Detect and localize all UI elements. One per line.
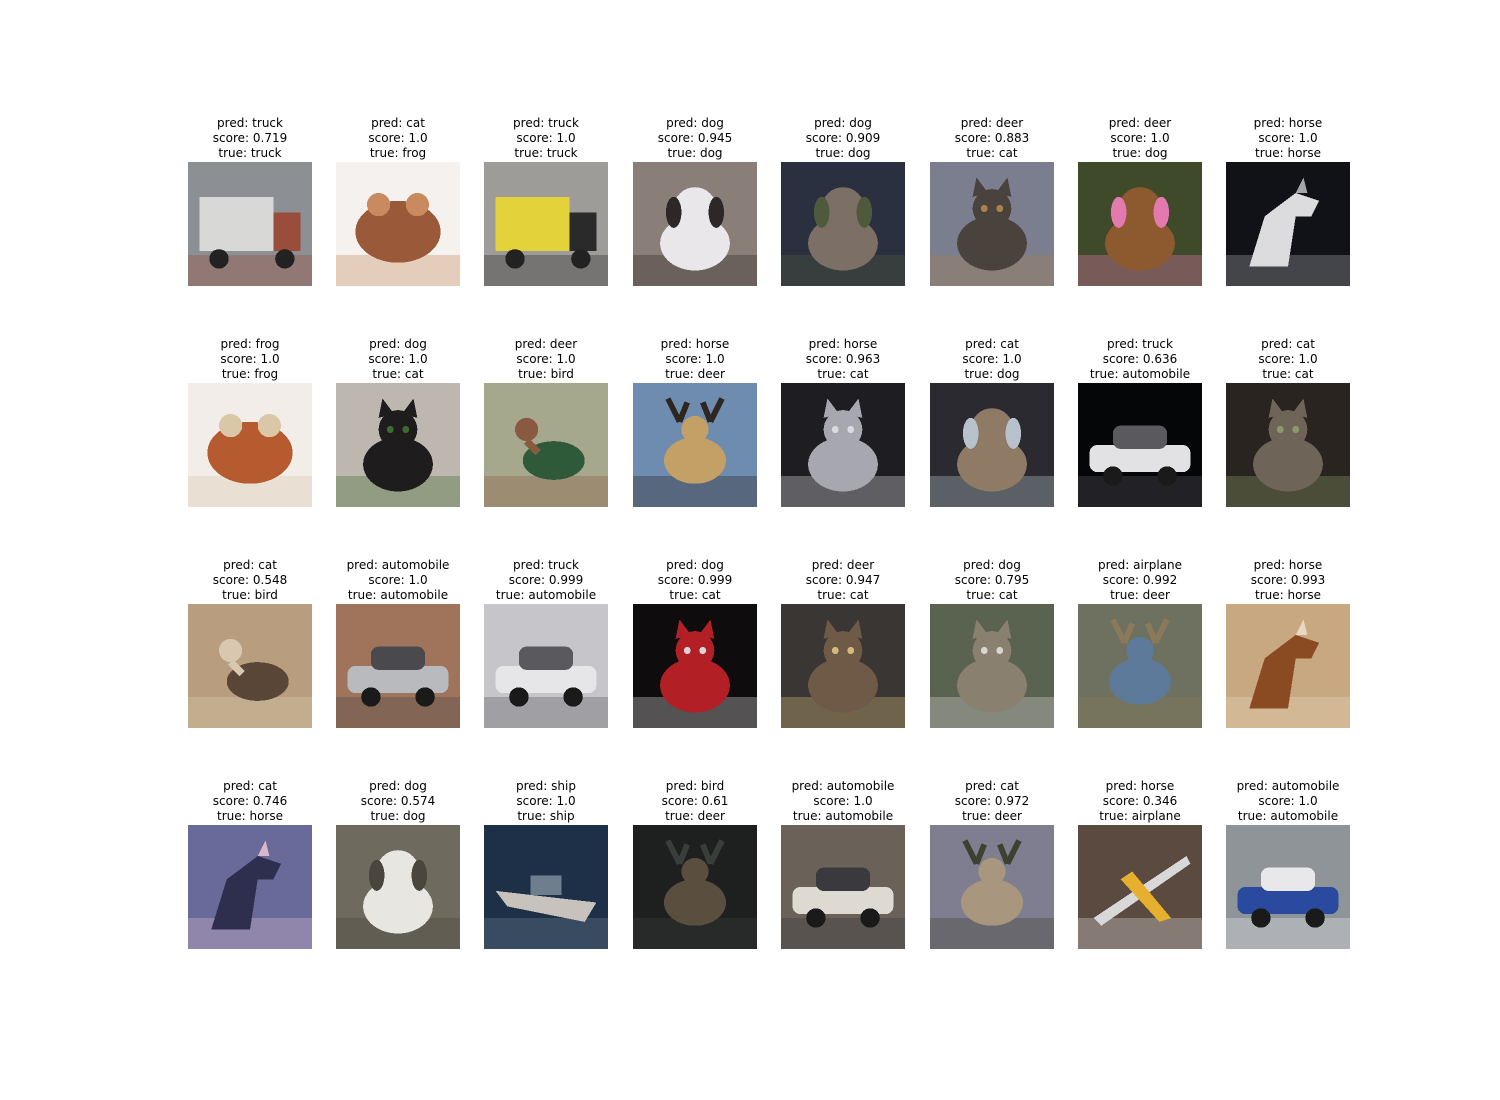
thumbnail-frog-image (336, 162, 460, 286)
thumbnail-image (188, 825, 312, 949)
frog-silhouette (355, 193, 441, 263)
thumbnail-airplane-image (1078, 825, 1202, 949)
thumbnail-horse-image (1226, 162, 1350, 286)
thumbnail-truck-image (484, 162, 608, 286)
thumbnail-image (188, 383, 312, 507)
thumbnail-dog-image (336, 825, 460, 949)
thumbnail-cat-image (930, 604, 1054, 728)
thumbnail-dog-image (633, 162, 757, 286)
true-label: true: horse (1255, 146, 1321, 160)
thumbnail-cat-image (1226, 383, 1350, 507)
frog-silhouette (207, 414, 293, 484)
dog-silhouette (363, 850, 433, 934)
thumbnail-image (188, 162, 312, 286)
pred-label: pred: automobile (1236, 779, 1340, 793)
thumbnail-automobile-image (781, 825, 905, 949)
thumbnail-truck-image (188, 162, 312, 286)
thumbnail-image (930, 162, 1054, 286)
thumbnail-image (633, 604, 757, 728)
score-label: score: 0.993 (1250, 573, 1326, 587)
thumbnail-image (1078, 825, 1202, 949)
thumbnail-horse-image (1226, 604, 1350, 728)
thumbnail-image (930, 825, 1054, 949)
thumbnail-image (484, 825, 608, 949)
dog-silhouette (1105, 187, 1175, 271)
thumbnail-image (633, 825, 757, 949)
thumbnail-image (336, 383, 460, 507)
thumbnail-dog-image (930, 383, 1054, 507)
thumbnail-cat-image (336, 383, 460, 507)
prediction-caption: pred: horse score: 1.0 true: horse (1196, 116, 1380, 161)
thumbnail-ship-image (484, 825, 608, 949)
true-label: true: horse (1255, 588, 1321, 602)
thumbnail-image (1226, 825, 1350, 949)
thumbnail-bird-image (188, 604, 312, 728)
prediction-caption: pred: cat score: 1.0 true: cat (1196, 337, 1380, 382)
thumbnail-frog-image (188, 383, 312, 507)
thumbnail-deer-image (930, 825, 1054, 949)
thumbnail-image (930, 383, 1054, 507)
dog-silhouette (808, 187, 878, 271)
pred-label: pred: horse (1253, 116, 1323, 130)
thumbnail-image (1078, 383, 1202, 507)
thumbnail-image (484, 162, 608, 286)
thumbnail-bird-image (484, 383, 608, 507)
thumbnail-cat-image (930, 162, 1054, 286)
score-label: score: 1.0 (1258, 131, 1318, 145)
thumbnail-automobile-image (1226, 825, 1350, 949)
thumbnail-image (336, 604, 460, 728)
thumbnail-cat-image (633, 604, 757, 728)
thumbnail-image (781, 162, 905, 286)
thumbnail-cat-image (781, 604, 905, 728)
prediction-caption: pred: automobile score: 1.0 true: automobi… (1196, 779, 1380, 824)
thumbnail-dog-image (1078, 162, 1202, 286)
thumbnail-dog-image (781, 162, 905, 286)
thumbnail-image (336, 825, 460, 949)
true-label: true: automobile (1237, 809, 1339, 823)
thumbnail-image (1226, 604, 1350, 728)
score-label: score: 1.0 (1258, 794, 1318, 808)
thumbnail-image (484, 383, 608, 507)
thumbnail-image (1078, 604, 1202, 728)
prediction-grid-figure: pred: truck score: 0.719 true: truck pred: … (0, 0, 1500, 1100)
pred-label: pred: cat (1261, 337, 1315, 351)
thumbnail-image (781, 383, 905, 507)
thumbnail-automobile-image (484, 604, 608, 728)
thumbnail-image (336, 162, 460, 286)
thumbnail-deer-image (633, 383, 757, 507)
thumbnail-automobile-image (336, 604, 460, 728)
thumbnail-image (1226, 383, 1350, 507)
thumbnail-image (1226, 162, 1350, 286)
thumbnail-image (484, 604, 608, 728)
prediction-caption: pred: horse score: 0.993 true: horse (1196, 558, 1380, 603)
thumbnail-automobile-image (1078, 383, 1202, 507)
thumbnail-cat-image (781, 383, 905, 507)
thumbnail-deer-image (633, 825, 757, 949)
thumbnail-image (781, 604, 905, 728)
thumbnail-image (633, 383, 757, 507)
thumbnail-deer-image (1078, 604, 1202, 728)
dog-silhouette (660, 187, 730, 271)
thumbnail-image (1078, 162, 1202, 286)
dog-silhouette (957, 408, 1027, 492)
thumbnail-image (633, 162, 757, 286)
thumbnail-image (188, 604, 312, 728)
thumbnail-image (930, 604, 1054, 728)
score-label: score: 1.0 (1258, 352, 1318, 366)
true-label: true: cat (1262, 367, 1314, 381)
thumbnail-horse-image (188, 825, 312, 949)
thumbnail-image (781, 825, 905, 949)
pred-label: pred: horse (1253, 558, 1323, 572)
